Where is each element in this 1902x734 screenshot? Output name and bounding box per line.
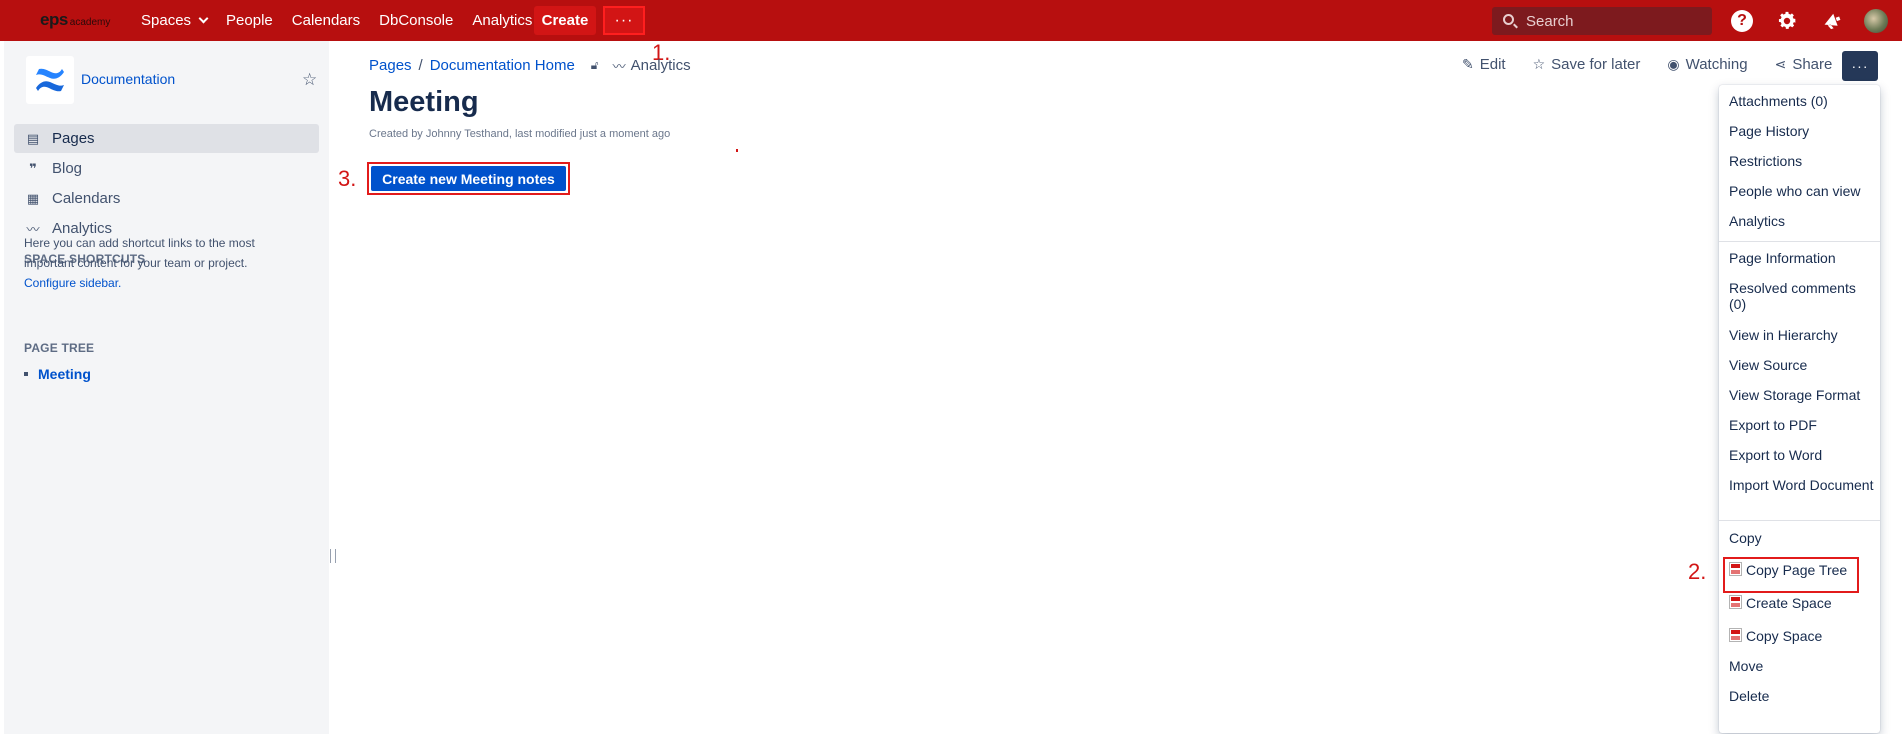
- watching-label: Watching: [1685, 56, 1748, 73]
- menu-item-attachments[interactable]: Attachments (0): [1729, 93, 1874, 109]
- page-actions: ✎ Edit ☆ Save for later ◉ Watching ⋖ Sha…: [1462, 56, 1859, 73]
- edit-label: Edit: [1479, 56, 1506, 73]
- search-input[interactable]: Search: [1492, 7, 1712, 35]
- more-options-button[interactable]: ···: [603, 6, 645, 35]
- menu-item-view-source[interactable]: View Source: [1729, 357, 1874, 373]
- unlock-icon[interactable]: 🔓︎: [591, 58, 599, 73]
- menu-item-move[interactable]: Move: [1729, 658, 1874, 674]
- more-actions-button[interactable]: ···: [1842, 51, 1878, 81]
- calendar-icon: ▦: [26, 190, 40, 206]
- menu-item-resolved-comments[interactable]: Resolved comments (0): [1729, 280, 1874, 312]
- nav-people[interactable]: People: [226, 12, 273, 29]
- sidebar-nav: ▤ Pages ❞ Blog ▦ Calendars 〰 Analytics: [14, 124, 319, 244]
- save-for-later-button[interactable]: ☆ Save for later: [1533, 56, 1641, 73]
- analytics-icon: 〰: [612, 59, 626, 74]
- logo-sub-text: academy: [69, 17, 111, 28]
- main-nav: Spaces People Calendars DbConsole Analyt…: [141, 0, 551, 41]
- notifications-megaphone-icon[interactable]: [1820, 9, 1844, 33]
- menu-item-delete[interactable]: Delete: [1729, 688, 1874, 704]
- menu-item-people-who-can-view[interactable]: People who can view: [1729, 183, 1874, 199]
- menu-item-copy[interactable]: Copy: [1729, 530, 1874, 546]
- breadcrumb: Pages / Documentation Home 🔓︎ 〰 Analytic…: [369, 56, 691, 75]
- menu-item-page-history[interactable]: Page History: [1729, 123, 1874, 139]
- configure-sidebar-link[interactable]: Configure sidebar.: [24, 276, 121, 290]
- breadcrumb-separator: /: [418, 57, 423, 74]
- search-icon: [1503, 14, 1514, 25]
- eye-icon: ◉: [1667, 56, 1680, 72]
- breadcrumb-documentation-home[interactable]: Documentation Home: [430, 57, 575, 74]
- edit-button[interactable]: ✎ Edit: [1462, 56, 1506, 73]
- eps-academy-logo[interactable]: eps academy: [40, 10, 110, 30]
- share-icon: ⋖: [1774, 56, 1787, 72]
- nav-analytics[interactable]: Analytics: [472, 12, 532, 29]
- page-tree-item-label: Meeting: [38, 366, 91, 382]
- menu-item-copy-space[interactable]: Copy Space: [1729, 628, 1874, 644]
- pencil-icon: ✎: [1462, 56, 1474, 72]
- page-title: Meeting: [369, 86, 479, 118]
- sidebar-item-label: Blog: [52, 160, 83, 177]
- confluence-space-logo-icon[interactable]: [26, 56, 74, 104]
- breadcrumb-analytics-label: Analytics: [630, 57, 691, 74]
- menu-item-label: Create Space: [1746, 595, 1832, 611]
- menu-item-label: Copy Space: [1746, 628, 1823, 644]
- sidebar-item-label: Calendars: [52, 190, 121, 207]
- sidebar-item-pages[interactable]: ▤ Pages: [14, 124, 319, 153]
- annotation-step-2: 2.: [1688, 559, 1707, 584]
- shortcuts-description: Here you can add shortcut links to the m…: [24, 236, 255, 270]
- app-plugin-icon: [1729, 595, 1742, 609]
- logo-main-text: eps: [40, 10, 68, 29]
- space-shortcuts-text: Here you can add shortcut links to the m…: [24, 233, 294, 293]
- page-tree-heading: PAGE TREE: [24, 341, 95, 355]
- menu-item-restrictions[interactable]: Restrictions: [1729, 153, 1874, 169]
- annotation-mark: [736, 149, 738, 152]
- page-byline: Created by Johnny Testhand, last modifie…: [369, 128, 671, 140]
- search-placeholder: Search: [1526, 12, 1574, 30]
- bullet-icon: [24, 372, 28, 376]
- star-icon: ☆: [1532, 56, 1546, 72]
- menu-item-view-storage-format[interactable]: View Storage Format: [1729, 387, 1874, 403]
- settings-gear-icon[interactable]: [1775, 9, 1799, 33]
- more-actions-dropdown: Attachments (0) Page History Restriction…: [1719, 85, 1880, 733]
- menu-item-export-word[interactable]: Export to Word: [1729, 447, 1874, 463]
- sidebar-item-label: Pages: [52, 130, 95, 147]
- user-avatar[interactable]: [1864, 9, 1888, 33]
- nav-calendars[interactable]: Calendars: [292, 12, 360, 29]
- share-label: Share: [1792, 56, 1833, 73]
- menu-item-page-information[interactable]: Page Information: [1729, 250, 1874, 266]
- menu-item-view-in-hierarchy[interactable]: View in Hierarchy: [1729, 327, 1874, 343]
- nav-dbconsole[interactable]: DbConsole: [379, 12, 453, 29]
- sidebar-resize-handle[interactable]: [330, 549, 336, 563]
- chevron-down-icon: [198, 13, 209, 24]
- blog-quote-icon: ❞: [29, 160, 37, 176]
- breadcrumb-pages[interactable]: Pages: [369, 57, 412, 74]
- watching-button[interactable]: ◉ Watching: [1667, 56, 1747, 73]
- pages-icon: ▤: [26, 130, 40, 146]
- space-sidebar: Documentation ☆ ▤ Pages ❞ Blog ▦ Calenda…: [4, 41, 329, 734]
- sidebar-item-calendars[interactable]: ▦ Calendars: [14, 184, 319, 213]
- annotation-highlight-box: [1723, 557, 1859, 593]
- space-name-link[interactable]: Documentation: [81, 71, 175, 87]
- create-button[interactable]: Create: [534, 6, 596, 35]
- menu-item-import-word[interactable]: Import Word Document: [1729, 477, 1874, 493]
- menu-divider: [1719, 241, 1880, 242]
- create-meeting-notes-button[interactable]: Create new Meeting notes: [367, 162, 570, 195]
- star-icon[interactable]: ☆: [302, 70, 317, 90]
- nav-spaces[interactable]: Spaces: [141, 12, 209, 29]
- nav-spaces-label: Spaces: [141, 12, 192, 29]
- menu-item-export-pdf[interactable]: Export to PDF: [1729, 417, 1874, 433]
- menu-item-analytics[interactable]: Analytics: [1729, 213, 1874, 229]
- create-meeting-notes-label: Create new Meeting notes: [371, 166, 566, 191]
- page-tree-item[interactable]: Meeting: [24, 366, 91, 382]
- help-icon[interactable]: ?: [1731, 10, 1753, 32]
- breadcrumb-analytics[interactable]: 〰 Analytics: [613, 56, 691, 75]
- sidebar-item-blog[interactable]: ❞ Blog: [14, 154, 319, 183]
- save-for-later-label: Save for later: [1551, 56, 1641, 73]
- share-button[interactable]: ⋖ Share: [1775, 56, 1833, 73]
- app-plugin-icon: [1729, 628, 1742, 642]
- menu-item-create-space[interactable]: Create Space: [1729, 595, 1874, 611]
- menu-divider: [1719, 520, 1880, 521]
- annotation-step-3: 3.: [338, 166, 357, 191]
- top-navigation-bar: eps academy Spaces People Calendars DbCo…: [0, 0, 1902, 41]
